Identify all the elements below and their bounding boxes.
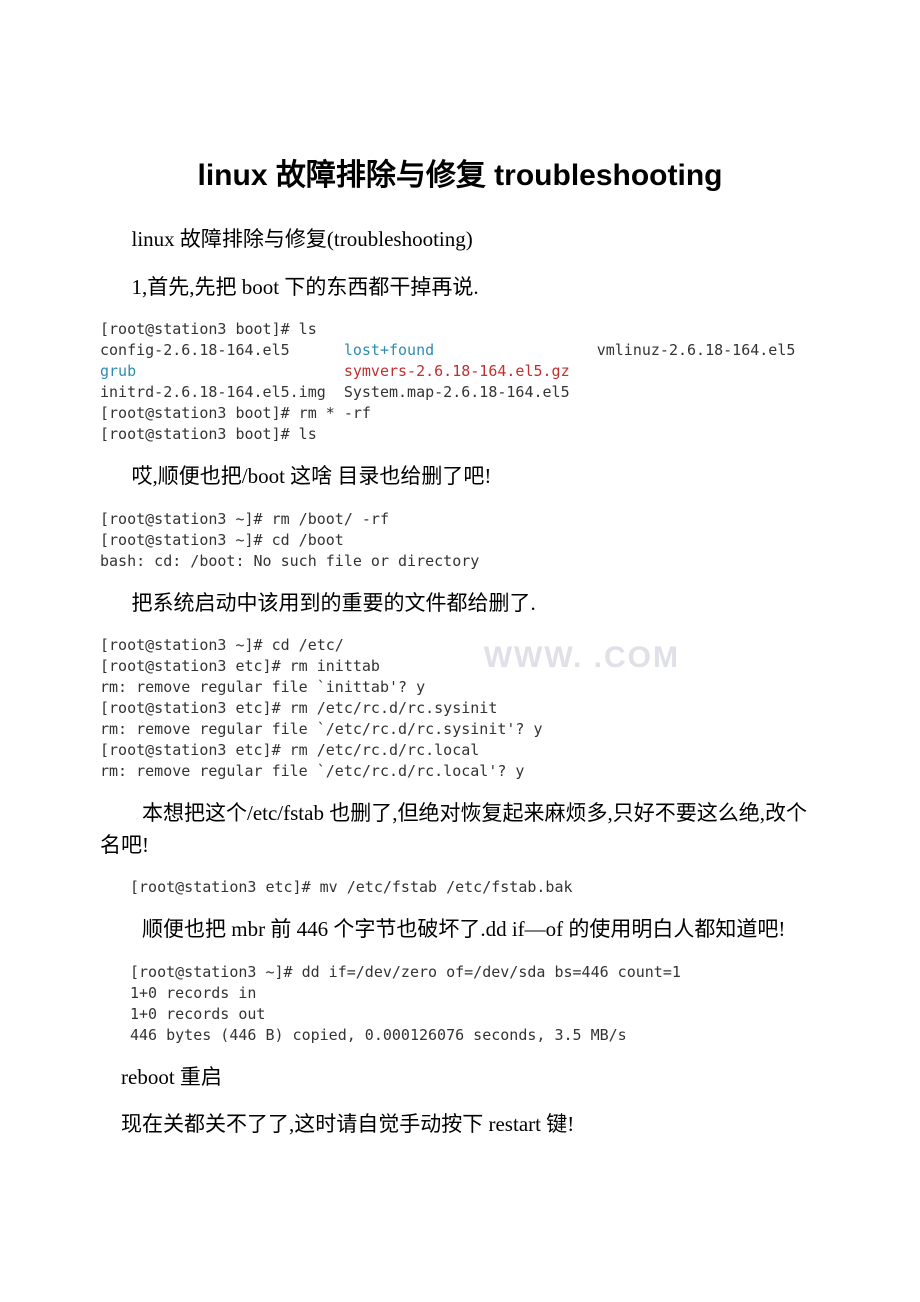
terminal-block-2: [root@station3 ~]# rm /boot/ -rf [root@s…: [100, 509, 820, 572]
term-line: config-2.6.18-164.el5: [100, 341, 290, 359]
term-line: [root@station3 etc]# rm /etc/rc.d/rc.loc…: [100, 741, 479, 759]
term-line: symvers-2.6.18-164.el5.gz: [344, 362, 570, 380]
term-line: [root@station3 ~]# cd /etc/: [100, 636, 344, 654]
terminal-block-3: [root@station3 ~]# cd /etc/ [root@statio…: [100, 635, 820, 782]
term-line: [root@station3 etc]# rm /etc/rc.d/rc.sys…: [100, 699, 497, 717]
step-7-text: 现在关都关不了了,这时请自觉手动按下 restart 键!: [100, 1109, 820, 1141]
step-4-text: 本想把这个/etc/fstab 也删了,但绝对恢复起来麻烦多,只好不要这么绝,改…: [100, 798, 820, 861]
term-line: [root@station3 ~]# dd if=/dev/zero of=/d…: [130, 963, 681, 981]
term-line: [root@station3 ~]# rm /boot/ -rf: [100, 510, 389, 528]
term-line: lost+found: [344, 341, 434, 359]
step-1-text: 1,首先,先把 boot 下的东西都干掉再说.: [100, 272, 820, 304]
terminal-block-4: [root@station3 etc]# mv /etc/fstab /etc/…: [130, 877, 820, 898]
step-5-text: 顺便也把 mbr 前 446 个字节也破坏了.dd if—of 的使用明白人都知…: [100, 914, 820, 946]
term-line: grub: [100, 362, 136, 380]
term-line: bash: cd: /boot: No such file or directo…: [100, 552, 479, 570]
term-line: [root@station3 boot]# ls: [100, 320, 317, 338]
term-line: [root@station3 boot]# ls: [100, 425, 317, 443]
term-line: rm: remove regular file `inittab'? y: [100, 678, 425, 696]
term-line: initrd-2.6.18-164.el5.img System.map-2.6…: [100, 383, 570, 401]
term-line: 1+0 records out: [130, 1005, 265, 1023]
term-line: [root@station3 etc]# mv /etc/fstab /etc/…: [130, 878, 573, 896]
intro-paragraph: linux 故障排除与修复(troubleshooting): [100, 224, 820, 256]
term-line: [root@station3 boot]# rm * -rf: [100, 404, 371, 422]
term-line: [root@station3 ~]# cd /boot: [100, 531, 344, 549]
step-2-text: 哎,顺便也把/boot 这啥 目录也给删了吧!: [100, 461, 820, 493]
terminal-block-3-wrap: WWW. .COM [root@station3 ~]# cd /etc/ [r…: [100, 635, 820, 782]
term-line: rm: remove regular file `/etc/rc.d/rc.lo…: [100, 762, 524, 780]
term-line: [root@station3 etc]# rm inittab: [100, 657, 380, 675]
term-line: 446 bytes (446 B) copied, 0.000126076 se…: [130, 1026, 627, 1044]
step-6-text: reboot 重启: [100, 1062, 820, 1094]
terminal-block-1: [root@station3 boot]# ls config-2.6.18-1…: [100, 319, 820, 445]
term-line: 1+0 records in: [130, 984, 256, 1002]
document-title: linux 故障排除与修复 troubleshooting: [100, 150, 820, 194]
terminal-block-5: [root@station3 ~]# dd if=/dev/zero of=/d…: [130, 962, 820, 1046]
term-line: vmlinuz-2.6.18-164.el5: [597, 341, 796, 359]
term-line: rm: remove regular file `/etc/rc.d/rc.sy…: [100, 720, 543, 738]
document-page: linux 故障排除与修复 troubleshooting linux 故障排除…: [0, 0, 920, 1207]
step-3-text: 把系统启动中该用到的重要的文件都给删了.: [100, 588, 820, 620]
